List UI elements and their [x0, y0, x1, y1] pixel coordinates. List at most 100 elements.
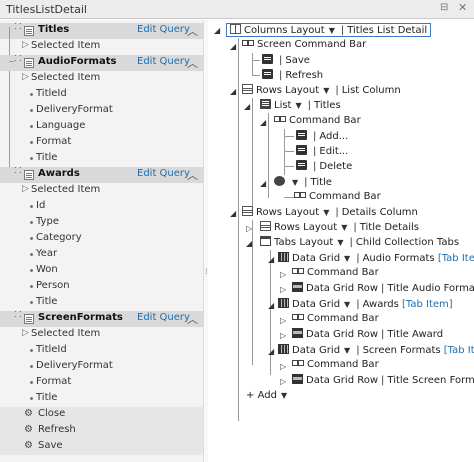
grid-command-bar-node-2[interactable]: Command Bar — [292, 359, 379, 373]
collapse-icon[interactable]: ︿ — [187, 167, 198, 183]
dropdown-icon[interactable]: ▼ — [323, 86, 329, 95]
selected-item-row[interactable]: ▷ Selected Item — [0, 71, 203, 87]
add-button-node[interactable]: | Add... — [296, 130, 348, 144]
field-row[interactable]: DeliveryFormat — [0, 359, 203, 375]
field-row[interactable]: Title — [0, 391, 203, 407]
dropdown-icon[interactable]: ▼ — [344, 300, 350, 309]
expand-icon[interactable]: ▷ — [280, 270, 286, 279]
expand-icon[interactable]: ▷ — [280, 285, 286, 294]
grid-command-bar-node-1[interactable]: Command Bar — [292, 313, 379, 327]
collapse-icon[interactable]: ︿ — [187, 55, 198, 71]
command-save[interactable]: ⚙ Save — [0, 439, 203, 455]
data-grid-row-node-2[interactable]: Data Grid Row|Title Screen Format — [292, 374, 474, 388]
add-node-button[interactable]: + Add ▼ — [246, 390, 290, 404]
field-row[interactable]: TitleId — [0, 87, 203, 103]
title-node[interactable]: ▼ | Title — [274, 176, 332, 190]
group-header-3[interactable]: ⁚ ⁚ ScreenFormats Edit Query ︿ — [0, 311, 203, 327]
expand-icon[interactable]: ▷ — [280, 377, 286, 386]
data-grid-node-0[interactable]: Data Grid▼ |Audio Formats [Tab Item] — [278, 252, 474, 266]
field-row[interactable]: Format — [0, 135, 203, 151]
dropdown-icon[interactable]: ▼ — [323, 208, 329, 217]
collapse-icon[interactable]: ◢ — [230, 209, 236, 218]
group-header-1[interactable]: ⁚ ⁚ AudioFormats Edit Query ︿ — [0, 55, 203, 71]
dropdown-icon[interactable]: ▼ — [341, 223, 347, 232]
field-row[interactable]: DeliveryFormat — [0, 103, 203, 119]
collapse-icon[interactable]: ◢ — [268, 255, 274, 264]
grid-command-bar-node-0[interactable]: Command Bar — [292, 267, 379, 281]
group-header-2[interactable]: ⁚ ⁚ Awards Edit Query ︿ — [0, 167, 203, 183]
field-row[interactable]: Year — [0, 247, 203, 263]
expand-icon[interactable]: ▷ — [246, 224, 252, 233]
edit-query-link[interactable]: Edit Query — [137, 312, 190, 323]
collapse-icon[interactable]: ◢ — [214, 26, 220, 35]
collapse-icon[interactable]: ◢ — [244, 102, 250, 111]
rows-layout-details-column-node[interactable]: Rows Layout ▼ | Details Column — [242, 206, 418, 220]
collapse-icon[interactable]: ︿ — [187, 23, 198, 39]
expand-icon[interactable]: ▷ — [22, 40, 29, 50]
dropdown-icon[interactable]: ▼ — [344, 254, 350, 263]
screen-command-bar-node[interactable]: Screen Command Bar — [242, 39, 366, 53]
field-row[interactable]: Category — [0, 231, 203, 247]
refresh-button-node[interactable]: | Refresh — [262, 69, 323, 83]
field-row[interactable]: Title — [0, 295, 203, 311]
drag-handle-icon[interactable]: ⁚ ⁚ — [14, 55, 22, 69]
list-titles-node[interactable]: List ▼ | Titles — [260, 99, 341, 113]
expand-icon[interactable]: ▷ — [280, 331, 286, 340]
selected-item-row[interactable]: ▷ Selected Item — [0, 327, 203, 343]
data-grid-node-2[interactable]: Data Grid▼ |Screen Formats [Tab Item] — [278, 344, 474, 358]
command-refresh[interactable]: ⚙ Refresh — [0, 423, 203, 439]
collapse-icon[interactable]: ◢ — [268, 347, 274, 356]
drag-handle-icon[interactable]: ⁚ ⁚ — [14, 167, 22, 181]
dropdown-icon[interactable]: ▼ — [292, 178, 298, 187]
collapse-icon[interactable]: ◢ — [260, 179, 266, 188]
expand-icon[interactable]: ▷ — [22, 184, 29, 194]
delete-button-node[interactable]: | Delete — [296, 160, 352, 174]
pin-icon[interactable]: ⊟ — [440, 2, 454, 16]
btn-icon — [296, 130, 307, 140]
data-grid-node-1[interactable]: Data Grid ▼ | Awards [Tab Item] — [278, 298, 453, 312]
save-button-node[interactable]: | Save — [262, 54, 310, 68]
rows-layout-list-column-node[interactable]: Rows Layout ▼ | List Column — [242, 84, 401, 98]
dropdown-icon[interactable]: ▼ — [329, 26, 335, 35]
dropdown-icon[interactable]: ▼ — [281, 391, 287, 400]
field-row[interactable]: Language — [0, 119, 203, 135]
list-command-bar-node[interactable]: Command Bar — [274, 115, 361, 129]
collapse-icon[interactable]: ◢ — [230, 87, 236, 96]
field-row[interactable]: Won — [0, 263, 203, 279]
close-icon[interactable]: ✕ — [458, 1, 472, 15]
expand-icon[interactable]: ▷ — [280, 316, 286, 325]
group-header-0[interactable]: ⁚ ⁚ Titles Edit Query ︿ — [0, 23, 203, 39]
data-grid-row-node-0[interactable]: Data Grid Row | Title Audio Format — [292, 282, 474, 296]
field-row[interactable]: Format — [0, 375, 203, 391]
field-row[interactable]: Type — [0, 215, 203, 231]
dropdown-icon[interactable]: ▼ — [337, 238, 343, 247]
rows-layout-title-details-node[interactable]: Rows Layout ▼ | Title Details — [260, 221, 419, 235]
selected-item-row[interactable]: ▷ Selected Item — [0, 183, 203, 199]
dropdown-icon[interactable]: ▼ — [344, 346, 350, 355]
expand-icon[interactable]: ▷ — [280, 362, 286, 371]
collapse-icon[interactable]: ◢ — [260, 118, 266, 127]
collapse-icon[interactable]: ◢ — [268, 301, 274, 310]
collapse-icon[interactable]: ︿ — [187, 311, 198, 327]
command-close[interactable]: ⚙ Close — [0, 407, 203, 423]
collapse-icon[interactable]: ◢ — [246, 239, 252, 248]
field-row[interactable]: Person — [0, 279, 203, 295]
tabs-layout-node[interactable]: Tabs Layout ▼ | Child Collection Tabs — [260, 236, 459, 250]
collapse-icon[interactable]: ◢ — [230, 42, 236, 51]
edit-query-link[interactable]: Edit Query — [137, 56, 190, 67]
field-row[interactable]: Title — [0, 151, 203, 167]
title-command-bar-node[interactable]: Command Bar — [294, 191, 381, 205]
field-row[interactable]: TitleId — [0, 343, 203, 359]
columns-layout-node[interactable]: Columns Layout ▼ | Titles List Detail — [226, 23, 432, 37]
expand-icon[interactable]: ▷ — [22, 72, 29, 82]
edit-query-link[interactable]: Edit Query — [137, 24, 190, 35]
drag-handle-icon[interactable]: ⁚ ⁚ — [14, 311, 22, 325]
dropdown-icon[interactable]: ▼ — [295, 101, 301, 110]
drag-handle-icon[interactable]: ⁚ ⁚ — [14, 23, 22, 37]
data-grid-row-node-1[interactable]: Data Grid Row | Title Award — [292, 328, 443, 342]
expand-icon[interactable]: ▷ — [22, 328, 29, 338]
edit-button-node[interactable]: | Edit... — [296, 145, 348, 159]
edit-query-link[interactable]: Edit Query — [137, 168, 190, 179]
field-row[interactable]: Id — [0, 199, 203, 215]
selected-item-row[interactable]: ▷ Selected Item — [0, 39, 203, 55]
